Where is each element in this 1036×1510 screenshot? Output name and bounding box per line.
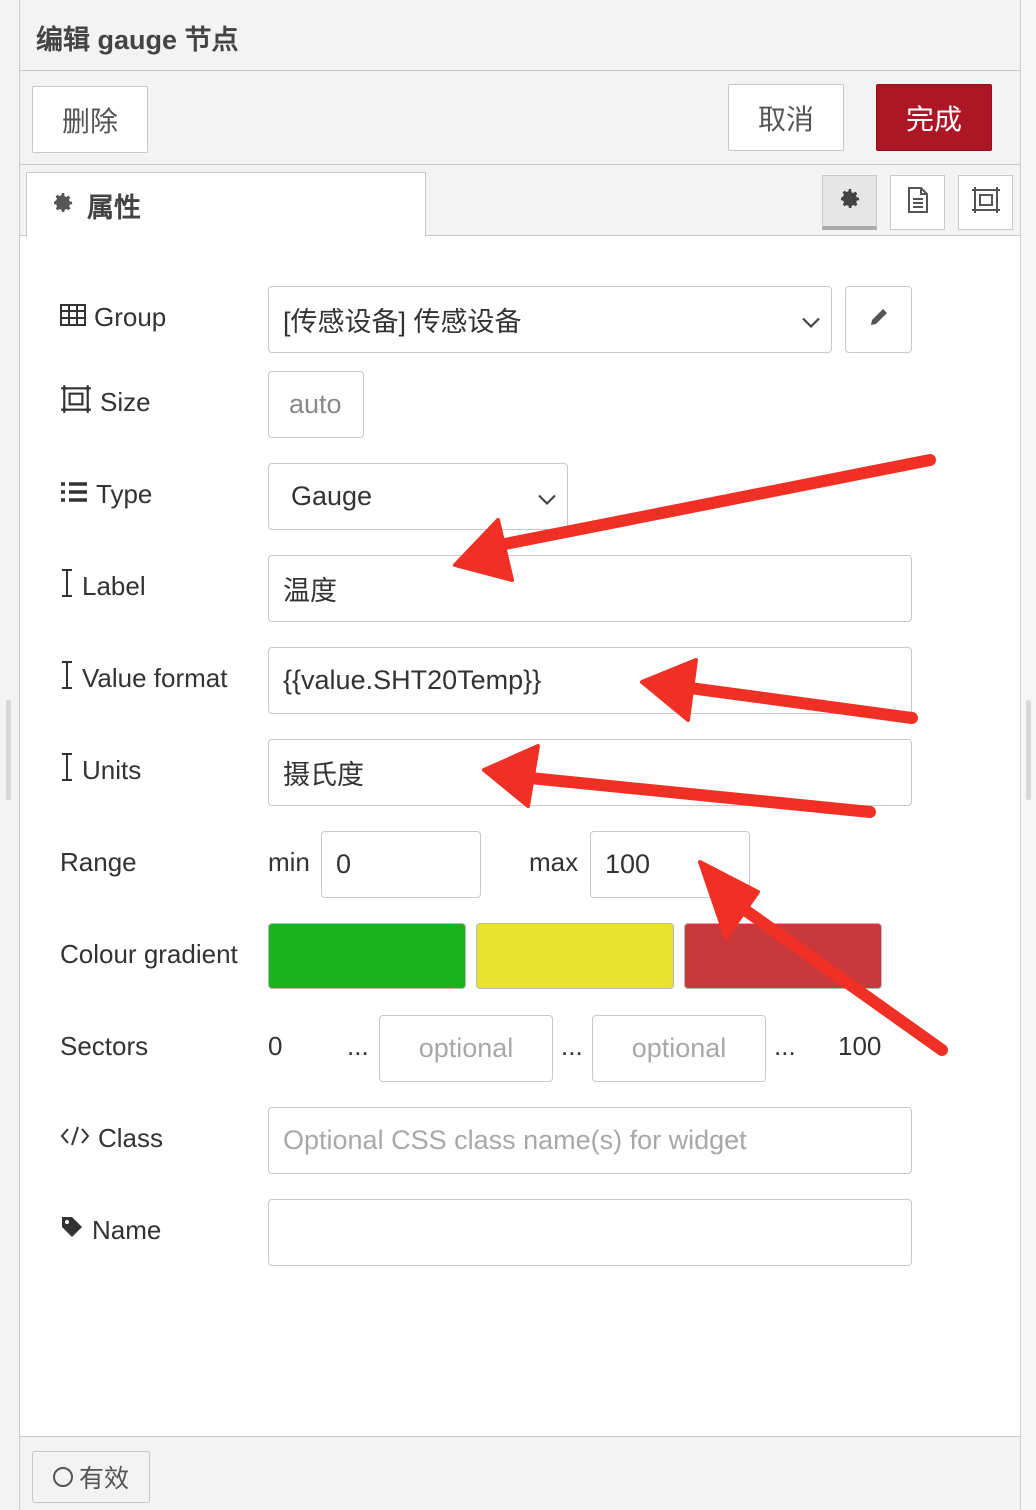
dialog-title: 编辑 gauge 节点	[36, 25, 239, 55]
sector-2-input[interactable]: optional	[592, 1015, 766, 1082]
dialog-toolbar: 删除 取消 完成	[20, 71, 1020, 165]
name-label: Name	[92, 1214, 162, 1245]
resize-grip[interactable]	[6, 700, 11, 800]
value-format-row-label: Value format	[60, 645, 227, 711]
sectors-separator: ...	[347, 1031, 369, 1061]
dialog-footer: 有效	[20, 1436, 1020, 1510]
name-input[interactable]	[268, 1199, 912, 1266]
right-scrollbar[interactable]	[1020, 0, 1036, 1510]
colour-swatch-low[interactable]	[268, 923, 466, 989]
enabled-toggle[interactable]: 有效	[32, 1451, 150, 1503]
group-label: Group	[94, 301, 167, 332]
sectors-start-value: 0	[268, 1031, 283, 1061]
label-input[interactable]: 温度	[268, 555, 912, 622]
edit-group-button[interactable]	[845, 286, 912, 353]
text-cursor-icon	[60, 752, 74, 789]
group-row-label: Group	[60, 284, 166, 350]
units-row-label: Units	[60, 737, 141, 803]
document-icon	[906, 186, 930, 219]
chevron-down-icon	[537, 481, 557, 512]
dialog-titlebar: 编辑 gauge 节点	[20, 0, 1020, 71]
size-row-label: Size	[60, 369, 151, 435]
text-cursor-icon	[60, 568, 74, 605]
cancel-button[interactable]: 取消	[728, 84, 844, 151]
settings-tab-button[interactable]	[822, 175, 877, 230]
name-row-label: Name	[60, 1197, 161, 1263]
chevron-down-icon	[801, 304, 821, 335]
done-button[interactable]: 完成	[876, 84, 992, 151]
tab-properties[interactable]: 属性	[26, 172, 426, 237]
size-button[interactable]: auto	[268, 371, 364, 438]
type-select[interactable]: Gauge	[268, 463, 568, 530]
colour-swatch-mid[interactable]	[476, 923, 674, 989]
description-tab-button[interactable]	[890, 175, 945, 230]
tab-bar: 属性	[20, 165, 1020, 237]
pencil-icon	[867, 305, 891, 334]
sectors-separator: ...	[561, 1031, 583, 1061]
sectors-separator: ...	[774, 1031, 796, 1061]
group-select-value: [传感设备] 传感设备	[283, 307, 522, 337]
units-input[interactable]: 摄氏度	[268, 739, 912, 806]
gear-icon	[838, 187, 862, 216]
class-input[interactable]: Optional CSS class name(s) for widget	[268, 1107, 912, 1174]
delete-button[interactable]: 删除	[32, 86, 148, 153]
class-label: Class	[98, 1122, 164, 1153]
sector-1-input[interactable]: optional	[379, 1015, 553, 1082]
list-icon	[60, 479, 88, 510]
type-select-value: Gauge	[291, 481, 373, 511]
units-label: Units	[82, 754, 142, 785]
class-row-label: Class	[60, 1105, 163, 1171]
sectors-end-value: 100	[838, 1031, 882, 1061]
range-min-label: min	[268, 847, 310, 877]
colour-gradient-label: Colour gradient	[60, 938, 238, 969]
size-label: Size	[100, 386, 151, 417]
left-panel-edge	[0, 0, 20, 1510]
sectors-label: Sectors	[60, 1030, 149, 1061]
circle-icon	[52, 1467, 73, 1487]
value-format-label: Value format	[82, 662, 228, 693]
appearance-tab-button[interactable]	[958, 175, 1013, 230]
resize-frame-icon	[60, 384, 92, 421]
colour-swatch-high[interactable]	[684, 923, 882, 989]
frame-icon	[971, 186, 1001, 219]
range-max-input[interactable]: 100	[590, 831, 750, 898]
range-min-input[interactable]: 0	[321, 831, 481, 898]
gear-icon	[51, 191, 75, 220]
group-select[interactable]: [传感设备] 传感设备	[268, 286, 832, 353]
table-icon	[60, 302, 86, 333]
tag-icon	[60, 1215, 84, 1246]
type-label: Type	[96, 478, 153, 509]
properties-form: Group [传感设备] 传感设备 Size auto Type Gauge L…	[20, 236, 1020, 1436]
value-format-input[interactable]: {{value.SHT20Temp}}	[268, 647, 912, 714]
range-max-label: max	[529, 847, 579, 877]
code-icon	[60, 1123, 90, 1154]
type-row-label: Type	[60, 461, 152, 527]
tab-properties-label: 属性	[87, 192, 141, 223]
text-cursor-icon	[60, 660, 74, 697]
range-label: Range	[60, 846, 137, 877]
scroll-thumb[interactable]	[1026, 700, 1031, 800]
label-label: Label	[82, 570, 146, 601]
enabled-toggle-label: 有效	[78, 1465, 129, 1493]
label-row-label: Label	[60, 553, 146, 619]
